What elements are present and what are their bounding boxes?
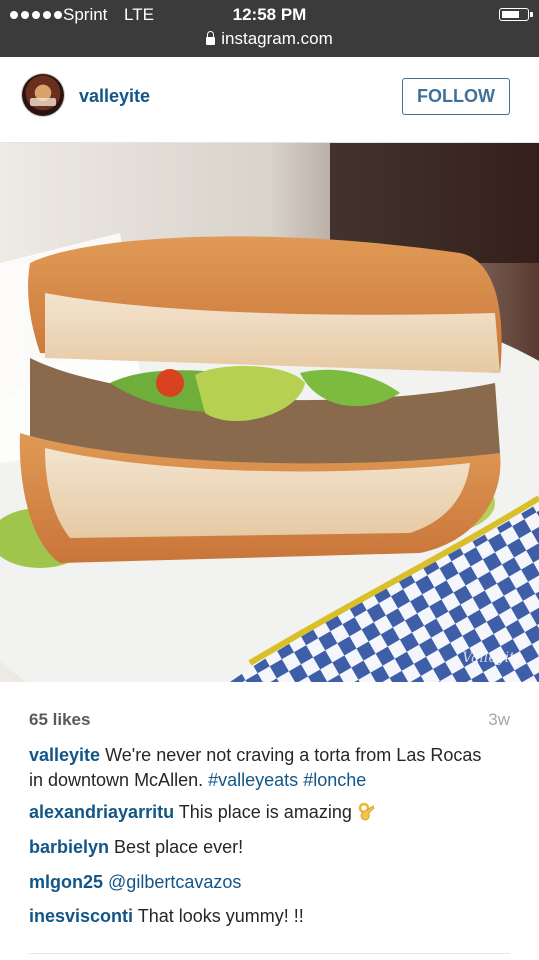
hashtag-link[interactable]: #valleyeats	[208, 770, 298, 790]
post-caption: valleyite We're never not craving a tort…	[29, 743, 499, 793]
mention-link[interactable]: @gilbertcavazos	[108, 872, 241, 892]
comment-item: inesvisconti That looks yummy! !!	[29, 904, 509, 929]
comment-username[interactable]: inesvisconti	[29, 906, 133, 926]
ok-hand-icon	[358, 802, 375, 821]
hashtag-link[interactable]: #lonche	[303, 770, 366, 790]
address-bar[interactable]: instagram.com	[0, 29, 539, 51]
comment-item: alexandriayarritu This place is amazing	[29, 800, 509, 825]
post-age: 3w	[488, 710, 510, 729]
comment-item: mlgon25 @gilbertcavazos	[29, 870, 509, 895]
follow-button[interactable]: FOLLOW	[402, 78, 510, 115]
post-username[interactable]: valleyite	[79, 86, 150, 107]
lock-icon	[206, 31, 216, 45]
post-header: valleyite FOLLOW	[0, 57, 539, 143]
divider	[29, 953, 510, 954]
comment-username[interactable]: alexandriayarritu	[29, 802, 174, 822]
caption-username[interactable]: valleyite	[29, 745, 100, 765]
comment-text: Best place ever!	[114, 837, 244, 857]
comment-username[interactable]: mlgon25	[29, 872, 103, 892]
comment-username[interactable]: barbielyn	[29, 837, 109, 857]
likes-count[interactable]: 65 likes	[29, 710, 90, 730]
clock: 12:58 PM	[232, 5, 307, 24]
comment-text: That looks yummy! !!	[137, 906, 304, 926]
avatar[interactable]	[22, 74, 64, 116]
comment-item: barbielyn Best place ever!	[29, 835, 509, 860]
photo-watermark: Valleyite	[462, 650, 523, 666]
post-details: 65 likes 3w valleyite We're never not cr…	[0, 682, 539, 960]
comment-text: This place is amazing	[178, 802, 352, 822]
battery-icon	[499, 8, 533, 21]
status-bar: Sprint LTE 12:58 PM instagram.com	[0, 0, 539, 57]
post-photo[interactable]: Valleyite	[0, 143, 539, 682]
torta-image	[0, 143, 539, 682]
url-text: instagram.com	[221, 29, 333, 48]
